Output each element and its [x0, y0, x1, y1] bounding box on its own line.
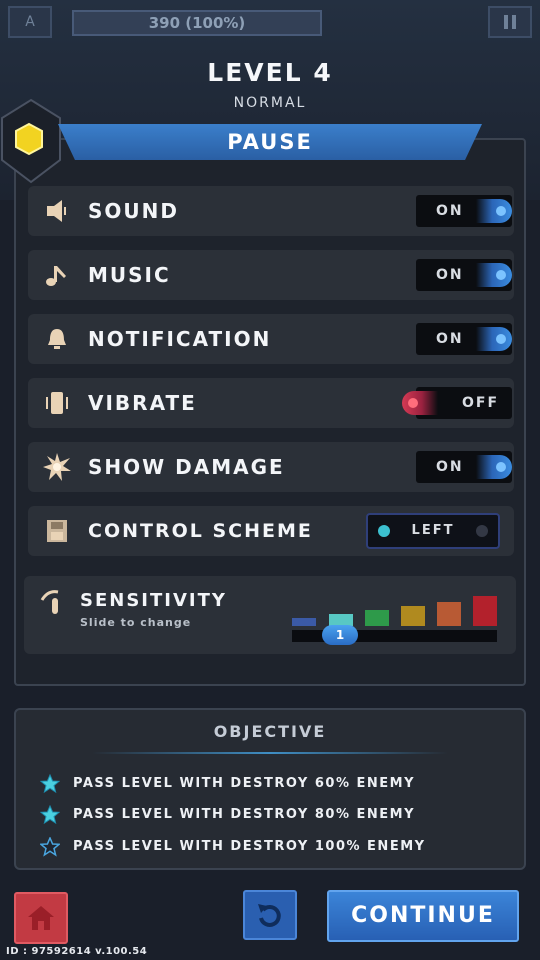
star-filled-icon: [39, 804, 61, 825]
objective-title: OBJECTIVE: [213, 722, 327, 741]
setting-row-notification: NOTIFICATION ON: [28, 314, 514, 364]
setting-row-sound: SOUND ON: [28, 186, 514, 236]
hud-left-button[interactable]: A: [8, 6, 52, 38]
setting-label: MUSIC: [88, 263, 171, 287]
setting-row-sensitivity: SENSITIVITY Slide to change 1: [24, 576, 516, 654]
sensitivity-bar: [365, 610, 389, 626]
music-note-icon: [40, 260, 74, 290]
hexagon-gem-icon: [0, 98, 62, 184]
toggle-knob: [476, 455, 512, 479]
star-filled-icon: [39, 773, 61, 794]
toggle-state: ON: [436, 459, 464, 475]
objective-item: PASS LEVEL WITH DESTROY 60% ENEMY: [39, 773, 510, 796]
notification-toggle[interactable]: ON: [416, 323, 512, 355]
pause-icon[interactable]: [488, 6, 532, 38]
home-icon: [28, 906, 54, 930]
toggle-state: ON: [436, 267, 464, 283]
level-title: LEVEL 4: [207, 58, 333, 87]
restart-icon: [258, 904, 281, 927]
toggle-state: ON: [436, 203, 464, 219]
vibrate-phone-icon: [40, 388, 74, 418]
continue-button[interactable]: CONTINUE: [327, 890, 519, 942]
setting-row-vibrate: VIBRATE OFF: [28, 378, 514, 428]
sensitivity-bar: [401, 606, 425, 626]
level-difficulty: NORMAL: [233, 95, 307, 111]
vibrate-toggle[interactable]: OFF: [402, 387, 512, 419]
objective-text: PASS LEVEL WITH DESTROY 100% ENEMY: [73, 839, 426, 854]
toggle-knob: [402, 391, 438, 415]
explosion-icon: [40, 452, 74, 482]
music-toggle[interactable]: ON: [416, 259, 512, 291]
pause-title: PAUSE: [58, 124, 482, 160]
retry-button[interactable]: [243, 890, 297, 940]
sensitivity-bar: [292, 618, 316, 626]
sensitivity-slider-handle[interactable]: 1: [322, 625, 358, 645]
toggle-state: OFF: [462, 395, 500, 411]
setting-label: NOTIFICATION: [88, 327, 272, 351]
top-hud: A 390 (100%): [0, 6, 540, 40]
control-scheme-selector[interactable]: LEFT: [366, 513, 500, 549]
setting-row-music: MUSIC ON: [28, 250, 514, 300]
sensitivity-hint: Slide to change: [80, 616, 192, 629]
home-button[interactable]: [14, 892, 68, 944]
floppy-icon: [40, 516, 74, 546]
scheme-indicator-right: [476, 525, 488, 537]
objective-text: PASS LEVEL WITH DESTROY 60% ENEMY: [73, 776, 415, 791]
show-damage-toggle[interactable]: ON: [416, 451, 512, 483]
bell-icon: [40, 324, 74, 354]
setting-row-control-scheme: CONTROL SCHEME LEFT: [28, 506, 514, 556]
objective-item: PASS LEVEL WITH DESTROY 80% ENEMY: [39, 804, 510, 827]
sensitivity-bar: [473, 596, 497, 626]
sensitivity-bar: [437, 602, 461, 626]
setting-label: VIBRATE: [88, 391, 197, 415]
setting-label: CONTROL SCHEME: [88, 520, 313, 542]
setting-row-show-damage: SHOW DAMAGE ON: [28, 442, 514, 492]
objective-text: PASS LEVEL WITH DESTROY 80% ENEMY: [73, 807, 415, 822]
sensitivity-icon: [38, 588, 68, 622]
star-outline-icon: [39, 836, 61, 857]
setting-label: SOUND: [88, 199, 179, 223]
sensitivity-label: SENSITIVITY: [80, 590, 227, 611]
toggle-knob: [476, 263, 512, 287]
objective-item: PASS LEVEL WITH DESTROY 100% ENEMY: [39, 836, 510, 859]
setting-label: SHOW DAMAGE: [88, 455, 285, 479]
sound-toggle[interactable]: ON: [416, 195, 512, 227]
hp-bar: 390 (100%): [72, 10, 322, 36]
toggle-knob: [476, 327, 512, 351]
speaker-icon: [40, 196, 74, 226]
toggle-knob: [476, 199, 512, 223]
sensitivity-level-bars: [292, 576, 500, 626]
build-id: ID : 97592614 v.100.54: [6, 946, 148, 957]
toggle-state: ON: [436, 331, 464, 347]
objective-divider: [92, 752, 448, 754]
